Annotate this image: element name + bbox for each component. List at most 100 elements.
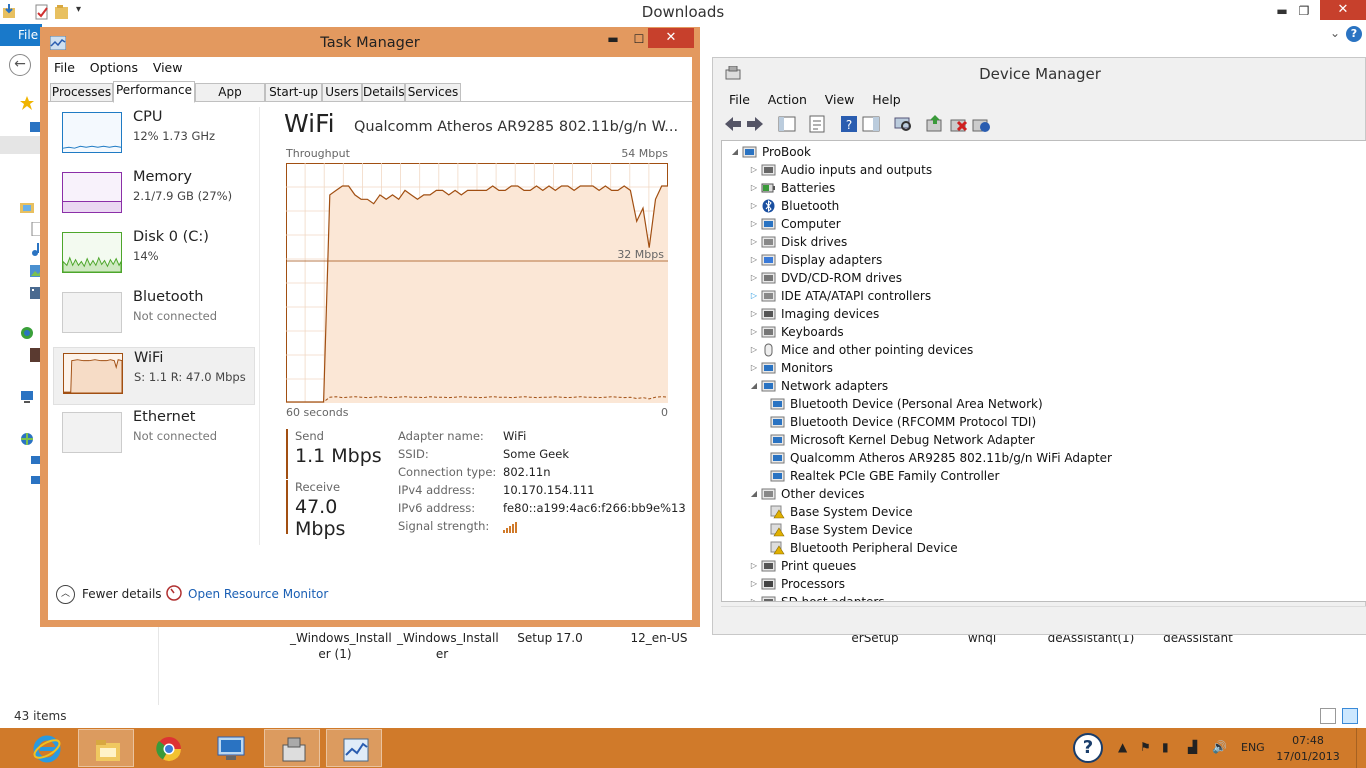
tree-expand-icon[interactable]: ▷ <box>749 197 759 215</box>
enable-device-icon[interactable] <box>971 114 991 134</box>
tree-item[interactable]: ▷ Audio inputs and outputs <box>749 161 1349 179</box>
tree-item[interactable]: ◢ ProBook <box>730 143 1330 161</box>
show-hidden-icons-icon[interactable]: ▲ <box>1118 740 1127 754</box>
tree-collapse-icon[interactable]: ◢ <box>749 377 759 395</box>
file-item-label[interactable]: _Windows_Install er <box>397 630 499 662</box>
help-icon[interactable]: ? <box>839 114 859 134</box>
tree-collapse-icon[interactable]: ◢ <box>749 485 759 503</box>
forward-arrow-icon[interactable] <box>745 114 765 134</box>
tree-expand-icon[interactable]: ▷ <box>749 593 759 601</box>
menu-view[interactable]: View <box>825 92 855 107</box>
scan-hardware-icon[interactable] <box>893 114 913 134</box>
tree-expand-icon[interactable]: ▷ <box>749 215 759 233</box>
tab-services[interactable]: Services <box>405 83 461 102</box>
tree-item[interactable]: Qualcomm Atheros AR9285 802.11b/g/n WiFi… <box>768 449 1366 467</box>
tab-processes[interactable]: Processes <box>50 83 113 102</box>
minimize-button[interactable]: ▬ <box>600 29 626 49</box>
tree-item[interactable]: ▷ Bluetooth <box>749 197 1349 215</box>
details-view-icon[interactable] <box>1320 708 1336 724</box>
clock-time[interactable]: 07:48 <box>1280 734 1336 747</box>
tree-expand-icon[interactable]: ▷ <box>749 251 759 269</box>
power-icon[interactable]: ▮ <box>1162 740 1169 754</box>
perf-item-disk[interactable]: Disk 0 (C:) 14% <box>53 227 255 285</box>
tree-expand-icon[interactable]: ▷ <box>749 557 759 575</box>
tree-item[interactable]: ▷ Disk drives <box>749 233 1349 251</box>
tree-item[interactable]: ▷ Monitors <box>749 359 1349 377</box>
tree-item[interactable]: ◢ Network adapters <box>749 377 1349 395</box>
tree-item[interactable]: ▷ Display adapters <box>749 251 1349 269</box>
tree-expand-icon[interactable]: ▷ <box>749 233 759 251</box>
network-icon[interactable] <box>20 432 34 446</box>
tree-item[interactable]: ▷ Batteries <box>749 179 1349 197</box>
action-center-flag-icon[interactable]: ⚑ <box>1140 740 1151 754</box>
wifi-signal-icon[interactable]: ▟ <box>1188 740 1197 754</box>
tab-performance[interactable]: Performance <box>113 81 195 103</box>
taskbar-chrome[interactable] <box>140 729 196 767</box>
tree-expand-icon[interactable]: ▷ <box>749 305 759 323</box>
tree-item[interactable]: ▷ Print queues <box>749 557 1349 575</box>
show-hide-console-tree-icon[interactable] <box>777 114 797 134</box>
large-icons-view-icon[interactable] <box>1342 708 1358 724</box>
tab-details[interactable]: Details <box>362 83 405 102</box>
tree-expand-icon[interactable]: ▷ <box>749 161 759 179</box>
perf-item-cpu[interactable]: CPU 12% 1.73 GHz <box>53 107 255 165</box>
show-desktop-button[interactable] <box>1356 728 1366 768</box>
tree-item[interactable]: ▷ Processors <box>749 575 1349 593</box>
nav-selected-item[interactable] <box>0 136 44 154</box>
properties-icon[interactable] <box>807 114 827 134</box>
clock-date[interactable]: 17/01/2013 <box>1276 750 1340 763</box>
tree-collapse-icon[interactable]: ◢ <box>730 143 740 161</box>
computer-icon[interactable] <box>20 390 34 404</box>
menu-action[interactable]: Action <box>768 92 807 107</box>
tree-expand-icon[interactable]: ▷ <box>749 269 759 287</box>
tree-item[interactable]: ▷ Keyboards <box>749 323 1349 341</box>
menu-file[interactable]: File <box>729 92 750 107</box>
tree-item[interactable]: ▷ Computer <box>749 215 1349 233</box>
tree-item[interactable]: Realtek PCIe GBE Family Controller <box>768 467 1366 485</box>
tree-item[interactable]: ▷ Mice and other pointing devices <box>749 341 1349 359</box>
taskbar-ie[interactable] <box>18 729 74 767</box>
tree-item[interactable]: Microsoft Kernel Debug Network Adapter <box>768 431 1366 449</box>
show-hide-action-pane-icon[interactable] <box>861 114 881 134</box>
tree-expand-icon[interactable]: ▷ <box>749 359 759 377</box>
tree-item[interactable]: ▷ SD host adapters <box>749 593 1349 601</box>
favorites-star-icon[interactable] <box>20 96 34 110</box>
perf-item-wifi[interactable]: WiFi S: 1.1 R: 47.0 Mbps <box>53 347 255 405</box>
uninstall-device-icon[interactable] <box>949 114 969 134</box>
homegroup-icon[interactable] <box>20 326 34 340</box>
libraries-icon[interactable] <box>20 200 34 214</box>
tree-expand-icon[interactable]: ▷ <box>749 179 759 197</box>
tab-app-history[interactable]: App history <box>195 83 265 116</box>
perf-item-ethernet[interactable]: Ethernet Not connected <box>53 407 255 465</box>
help-icon[interactable]: ? <box>1346 26 1362 42</box>
maximize-button[interactable]: ❐ <box>1290 0 1318 22</box>
back-arrow-icon[interactable] <box>723 114 743 134</box>
taskbar-device-manager[interactable] <box>264 729 320 767</box>
tree-expand-icon[interactable]: ▷ <box>749 323 759 341</box>
tree-item[interactable]: ▷ Imaging devices <box>749 305 1349 323</box>
tree-item[interactable]: ▷ DVD/CD-ROM drives <box>749 269 1349 287</box>
taskbar-task-manager[interactable] <box>326 729 382 767</box>
help-icon[interactable]: ? <box>1073 733 1103 763</box>
tree-item[interactable]: Base System Device <box>768 503 1366 521</box>
language-indicator[interactable]: ENG <box>1241 741 1265 754</box>
volume-icon[interactable]: 🔊 <box>1212 740 1227 754</box>
menu-view[interactable]: View <box>153 60 183 75</box>
perf-item-memory[interactable]: Memory 2.1/7.9 GB (27%) <box>53 167 255 225</box>
menu-file[interactable]: File <box>54 60 75 75</box>
tree-item[interactable]: Base System Device <box>768 521 1366 539</box>
file-item-label[interactable]: _Windows_Install er (1) <box>290 630 392 662</box>
back-button[interactable]: ← <box>9 54 31 76</box>
tree-item[interactable]: Bluetooth Device (Personal Area Network) <box>768 395 1366 413</box>
tree-item[interactable]: Bluetooth Peripheral Device <box>768 539 1366 557</box>
file-item-label[interactable]: Setup 17.0 <box>505 630 595 646</box>
tree-item[interactable]: ◢ Other devices <box>749 485 1349 503</box>
perf-item-bluetooth[interactable]: Bluetooth Not connected <box>53 287 255 345</box>
tree-expand-icon[interactable]: ▷ <box>749 575 759 593</box>
menu-help[interactable]: Help <box>872 92 901 107</box>
tree-item[interactable]: ▷ IDE ATA/ATAPI controllers <box>749 287 1349 305</box>
tree-expand-icon[interactable]: ▷ <box>749 341 759 359</box>
tab-startup[interactable]: Start-up <box>265 83 322 102</box>
close-button[interactable]: ✕ <box>1320 0 1366 20</box>
tree-item[interactable]: Bluetooth Device (RFCOMM Protocol TDI) <box>768 413 1366 431</box>
